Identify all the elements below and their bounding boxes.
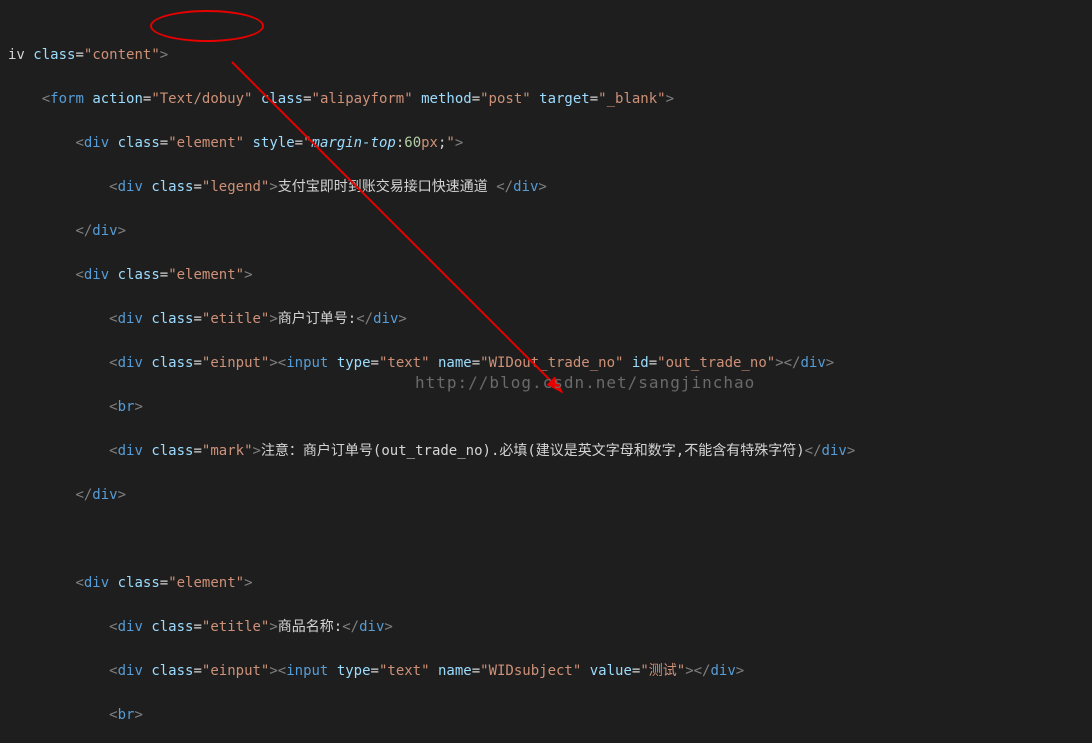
code-line: <div class="mark">注意：商户订单号(out_trade_no)… (8, 440, 1092, 462)
code-line: <form action="Text/dobuy" class="alipayf… (8, 88, 1092, 110)
code-line: <div class="etitle">商户订单号:</div> (8, 308, 1092, 330)
code-line: </div> (8, 220, 1092, 242)
code-line (8, 528, 1092, 550)
code-line: <div class="element"> (8, 264, 1092, 286)
code-line: </div> (8, 484, 1092, 506)
code-line: <div class="legend">支付宝即时到账交易接口快速通道 </di… (8, 176, 1092, 198)
code-line: <div class="einput"><input type="text" n… (8, 660, 1092, 682)
code-line: <div class="element" style="margin-top:6… (8, 132, 1092, 154)
code-block: iv class="content"> <form action="Text/d… (0, 22, 1092, 743)
code-editor: iv class="content"> <form action="Text/d… (0, 0, 1092, 743)
code-line: <br> (8, 396, 1092, 418)
code-line: <br> (8, 704, 1092, 726)
code-line: iv class="content"> (8, 44, 1092, 66)
code-line: <div class="etitle">商品名称:</div> (8, 616, 1092, 638)
code-line: <div class="einput"><input type="text" n… (8, 352, 1092, 374)
code-line: <div class="element"> (8, 572, 1092, 594)
